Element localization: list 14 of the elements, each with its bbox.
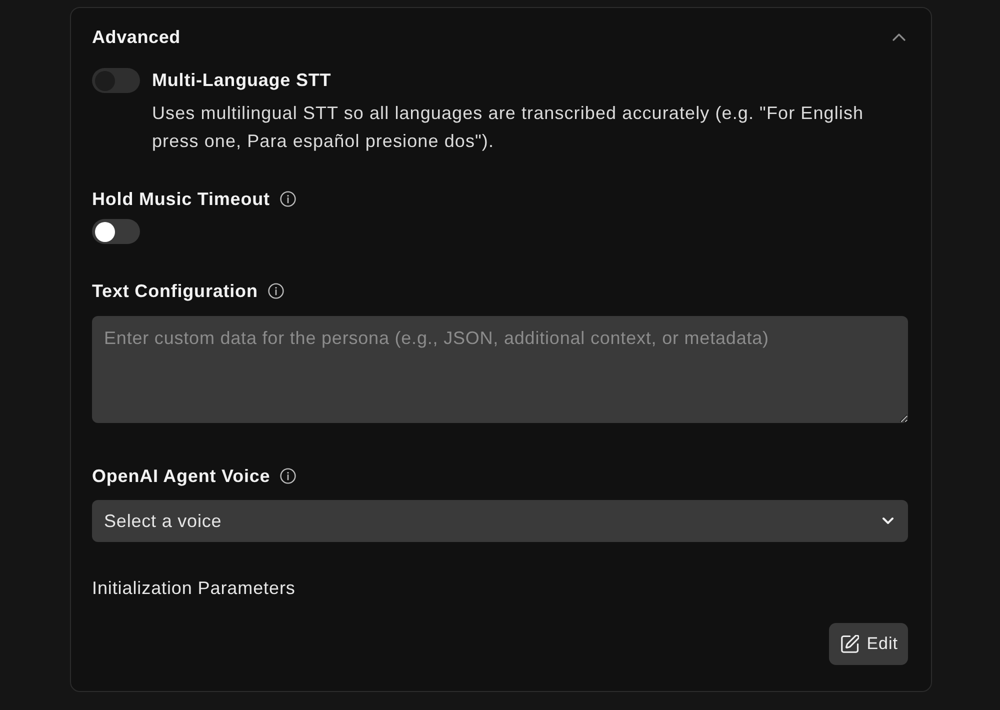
pencil-square-icon [840,635,859,653]
field-label: OpenAI Agent Voice [92,465,270,488]
chevron-down-icon [882,517,894,525]
voice-select[interactable]: Select a voice [92,500,908,542]
section-title: Advanced [92,26,180,49]
text-configuration-field[interactable]: Enter custom data for the persona (e.g., JSON, additional context, or metadata) [92,316,908,423]
field-label: Initialization Parameters [92,577,296,600]
chevron-up-icon[interactable] [892,33,906,41]
field-label: Hold Music Timeout [92,188,270,211]
field-label: Text Configuration [92,280,258,303]
field-description: Uses multilingual STT so all languages are transcribed accurately (e.g. "For English press one, Para español presione dos"). [152,102,865,153]
edit-button[interactable]: Edit [828,623,908,665]
field-label: Multi-Language STT [152,69,332,92]
toggle-switch[interactable] [92,219,140,244]
